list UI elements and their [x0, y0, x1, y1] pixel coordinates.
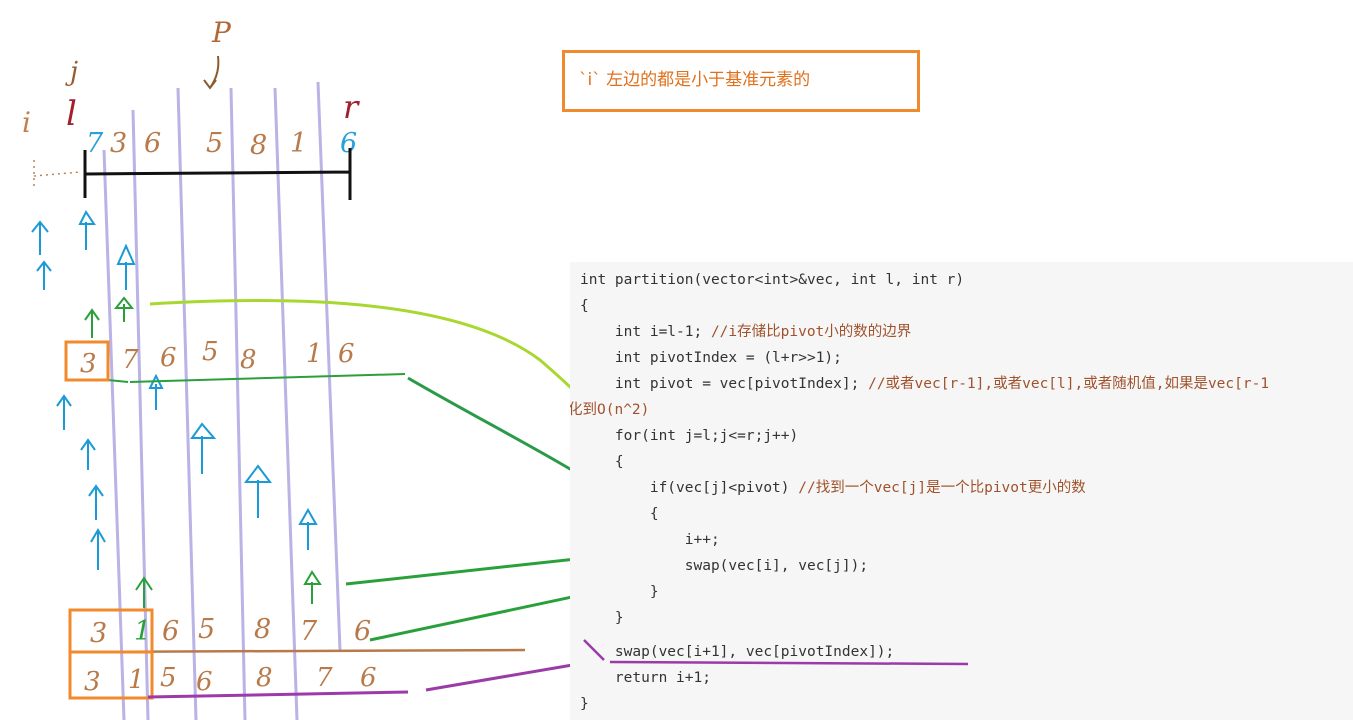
row2-cell: 3	[80, 349, 97, 379]
code-panel: int partition(vector<int>&vec, int l, in…	[570, 262, 1353, 720]
up-arrows-blue	[31, 210, 318, 570]
code-line: 化到O(n^2)	[570, 402, 650, 418]
row4-cell: 6	[360, 663, 377, 693]
note-box: `i` 左边的都是小于基准元素的	[562, 50, 920, 112]
row2-cell: 8	[240, 345, 257, 375]
row1-cell: 7	[86, 128, 104, 159]
row2-cell: 5	[202, 337, 219, 367]
code-comment: //找到一个vec[j]是一个比pivot更小的数	[798, 480, 1086, 496]
code-line: int partition(vector<int>&vec, int l, in…	[580, 272, 965, 288]
p-arrow	[203, 55, 220, 90]
code-line: }	[580, 584, 659, 600]
code-line: int pivot = vec[pivotIndex]; //或者vec[r-1…	[580, 372, 1269, 396]
code-text: int pivot = vec[pivotIndex];	[580, 376, 869, 392]
code-line: swap(vec[i], vec[j]);	[580, 558, 869, 574]
code-line: }	[580, 610, 624, 626]
code-line: if(vec[j]<pivot) //找到一个vec[j]是一个比pivot更小…	[580, 476, 1086, 500]
row4-cell: 5	[160, 663, 177, 693]
connector-row2	[129, 373, 406, 383]
row1-cell: 1	[290, 128, 307, 159]
row3-cell: 6	[162, 616, 179, 647]
row2: 3 7 6 5 8 1 6	[80, 337, 355, 379]
note-text: `i` 左边的都是小于基准元素的	[579, 70, 811, 90]
code-line: swap(vec[i+1], vec[pivotIndex]);	[580, 644, 895, 660]
row3-cell: 7	[300, 616, 318, 647]
row4: 3 1 5 6 8 7 6	[84, 663, 377, 697]
label-i: i	[22, 106, 31, 139]
label-l: l	[66, 94, 77, 134]
code-text: int i=l-1;	[580, 324, 711, 340]
code-line: int i=l-1; //i存储比pivot小的数的边界	[580, 320, 911, 344]
code-comment: //或者vec[r-1],或者vec[l],或者随机值,如果是vec[r-1	[868, 376, 1270, 392]
row1-cell: 5	[206, 128, 223, 159]
row4-cell: 1	[128, 665, 145, 695]
code-line: i++;	[580, 532, 720, 548]
code-text: if(vec[j]<pivot)	[580, 480, 799, 496]
code-line: {	[580, 506, 659, 522]
row3-cell: 5	[198, 614, 215, 645]
code-line: for(int j=l;j<=r;j++)	[580, 428, 799, 444]
row1: 7 3 6 5 8 1 6	[86, 128, 357, 161]
label-j: j	[65, 57, 78, 87]
row4-cell: 6	[196, 667, 213, 697]
code-line: {	[580, 298, 589, 314]
row1-cell: 6	[144, 128, 161, 159]
row3-cell: 1	[134, 616, 151, 647]
row3-cell: 8	[254, 614, 271, 645]
row4-cell: 8	[256, 663, 273, 693]
row3: 3 1 6 5 8 7 6	[90, 614, 371, 649]
row2-cell: 1	[306, 339, 323, 369]
code-line: return i+1;	[580, 670, 711, 686]
row1-cell: 3	[110, 128, 127, 159]
code-line: int pivotIndex = (l+r>>1);	[580, 350, 842, 366]
row3-cell: 3	[90, 618, 107, 649]
row2-cell: 6	[160, 343, 177, 373]
code-comment: //i存储比pivot小的数的边界	[710, 324, 912, 340]
row3-cell: 6	[354, 616, 371, 647]
row4-cell: 3	[84, 667, 101, 697]
row4-purple-line	[147, 690, 409, 699]
connector-final-swap	[425, 660, 591, 692]
row2-cell: 6	[338, 339, 355, 369]
row2-cell: 7	[122, 345, 139, 375]
row1-cell: 8	[250, 130, 267, 161]
label-p: P	[211, 16, 232, 49]
row4-cell: 7	[316, 663, 333, 693]
code-line: }	[580, 696, 589, 712]
code-line: {	[580, 454, 624, 470]
label-r: r	[343, 88, 360, 126]
i-dotted	[33, 160, 81, 190]
